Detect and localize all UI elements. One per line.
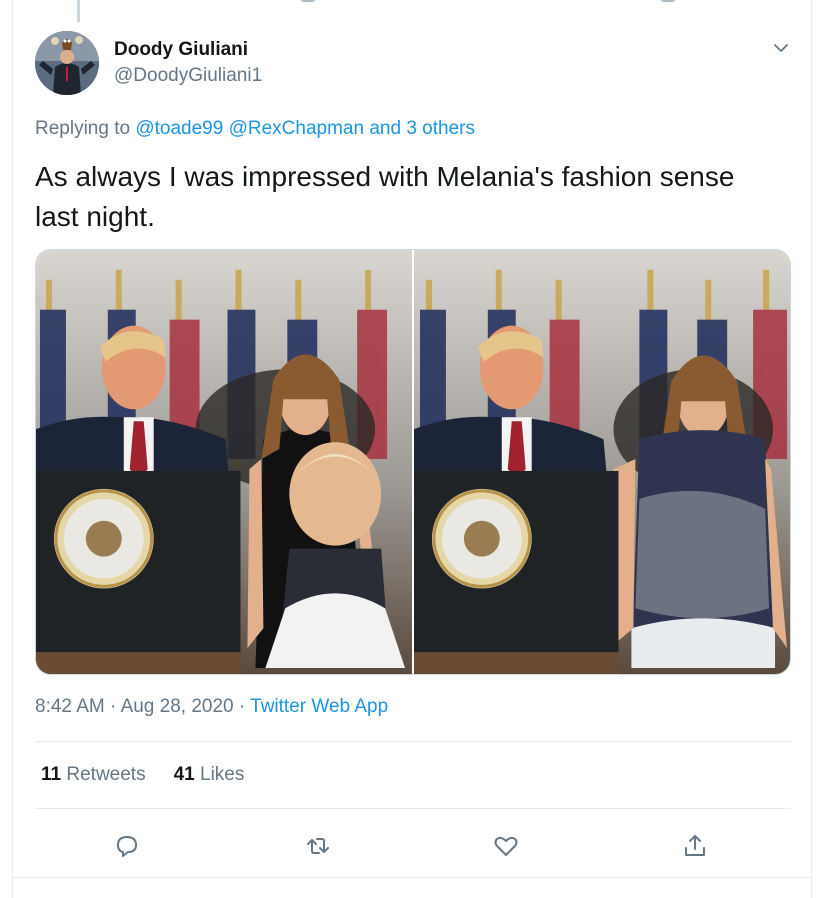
- previous-action-icon: [301, 0, 315, 2]
- retweets-stat[interactable]: 11 Retweets: [41, 764, 146, 786]
- tweet-text: As always I was impressed with Melania's…: [35, 161, 735, 232]
- tweet-bottom-border: [13, 877, 813, 878]
- replying-prefix: Replying to: [35, 118, 131, 139]
- retweet-icon: [307, 838, 329, 854]
- photo-1-image: [36, 250, 412, 674]
- reply-button[interactable]: [107, 826, 147, 866]
- avatar-image: [35, 31, 99, 95]
- tweet-source[interactable]: Twitter Web App: [250, 696, 388, 717]
- others-link[interactable]: and 3 others: [369, 118, 475, 139]
- like-button[interactable]: [486, 826, 526, 866]
- divider: [35, 741, 791, 742]
- photo-2[interactable]: [414, 250, 790, 674]
- share-button[interactable]: [675, 826, 715, 866]
- mention-link[interactable]: @toade99: [135, 118, 223, 139]
- likes-stat[interactable]: 41 Likes: [174, 764, 245, 786]
- meta-separator: ·: [110, 696, 117, 717]
- author-handle[interactable]: @DoodyGiuliani1: [114, 65, 262, 87]
- mention-link[interactable]: @RexChapman: [229, 118, 364, 139]
- likes-count: 41: [173, 764, 195, 785]
- reply-icon: [117, 836, 137, 857]
- replying-to: Replying to @toade99 @RexChapman and 3 o…: [35, 118, 475, 140]
- like-icon: [494, 836, 518, 856]
- retweets-label: Retweets: [66, 764, 146, 785]
- meta-separator: ·: [238, 696, 246, 717]
- tweet-time[interactable]: 8:42 AM: [35, 696, 105, 717]
- divider: [35, 808, 791, 809]
- share-icon: [685, 835, 705, 856]
- photo-1[interactable]: [36, 250, 412, 674]
- photo-2-image: [414, 250, 790, 674]
- author-display-name[interactable]: Doody Giuliani: [114, 39, 248, 61]
- tweet-stats: 11 Retweets 41 Likes: [41, 764, 244, 786]
- tweet-meta: 8:42 AM · Aug 28, 2020 · Twitter Web App: [35, 696, 388, 718]
- previous-tweet-actions: [13, 0, 813, 4]
- chevron-down-icon: [774, 44, 788, 52]
- avatar[interactable]: [35, 31, 99, 95]
- retweet-button[interactable]: [298, 826, 338, 866]
- tweet-card: Doody Giuliani @DoodyGiuliani1 Replying …: [12, 0, 813, 898]
- more-options-button[interactable]: [771, 38, 791, 58]
- previous-share-icon: [661, 0, 675, 2]
- tweet-actions: [35, 826, 791, 866]
- retweets-count: 11: [41, 764, 62, 785]
- tweet-date[interactable]: Aug 28, 2020: [121, 696, 234, 717]
- likes-label: Likes: [200, 764, 245, 785]
- media-grid: [35, 249, 791, 675]
